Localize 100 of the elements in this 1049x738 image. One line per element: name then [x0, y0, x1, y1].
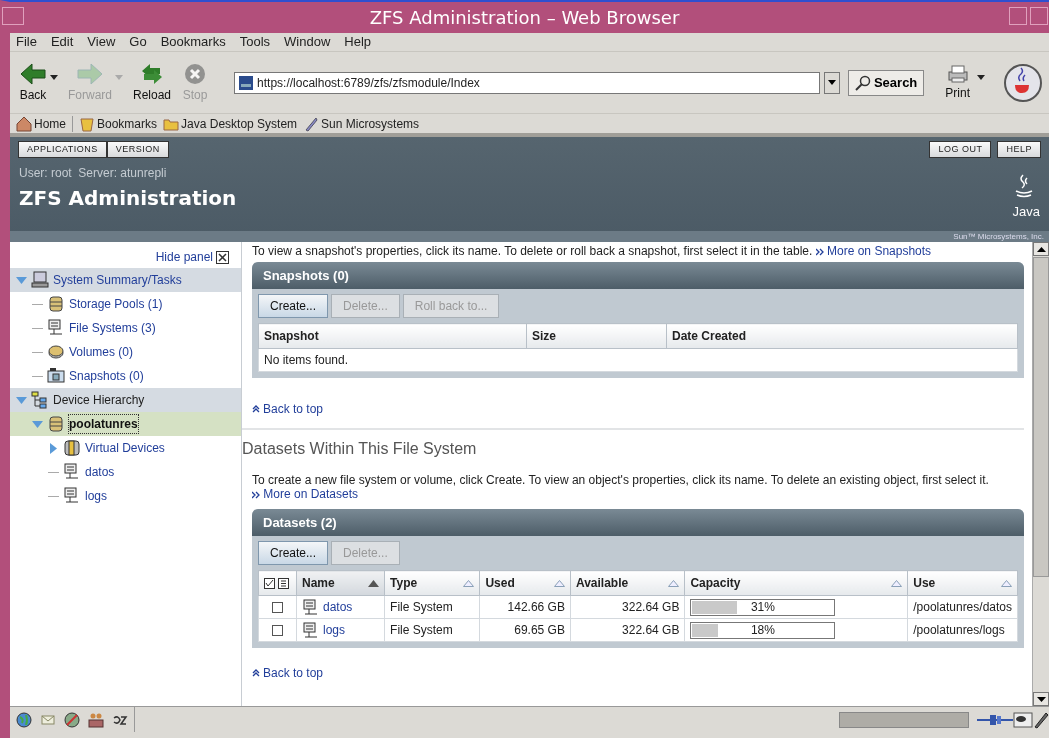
- tree-link[interactable]: Snapshots (0): [69, 367, 144, 385]
- menu-item[interactable]: File: [16, 32, 37, 52]
- back-to-top-link[interactable]: Back to top: [252, 400, 324, 418]
- server-icon: [47, 319, 65, 337]
- app-title: ZFS Administration: [19, 185, 237, 212]
- back-button[interactable]: Back: [16, 61, 61, 104]
- deselect-all-icon[interactable]: [278, 577, 289, 589]
- empty-message: No items found.: [258, 348, 1018, 372]
- tree-section-header[interactable]: Device Hierarchy: [10, 388, 241, 412]
- table-cell: /poolatunres/logs: [907, 618, 1018, 642]
- scroll-down-icon[interactable]: [1036, 696, 1046, 702]
- bookmark-link[interactable]: Home: [16, 114, 66, 133]
- capacity-text: 31%: [750, 599, 775, 616]
- tree-section-header[interactable]: System Summary/Tasks: [10, 268, 241, 292]
- tree-link[interactable]: datos: [85, 463, 115, 481]
- column-header[interactable]: Available: [570, 570, 685, 596]
- action-button[interactable]: Create...: [258, 541, 329, 565]
- bookmark-link[interactable]: Java Desktop System: [163, 114, 298, 133]
- help-link[interactable]: More on Snapshots: [815, 244, 932, 258]
- collapsed-triangle-icon[interactable]: [48, 442, 59, 454]
- people-icon[interactable]: [88, 711, 104, 728]
- print-button[interactable]: Print: [942, 63, 973, 102]
- column-header[interactable]: Name: [296, 570, 385, 596]
- search-button[interactable]: Search: [847, 69, 925, 96]
- table-title: Snapshots (0): [252, 262, 1024, 289]
- tree-section-label[interactable]: Device Hierarchy: [53, 391, 145, 409]
- column-header[interactable]: Date Created: [666, 323, 1018, 349]
- column-header[interactable]: Use: [907, 570, 1018, 596]
- double-chevron-icon: [815, 247, 824, 256]
- pen-icon: [1033, 710, 1049, 729]
- tree-link[interactable]: logs: [85, 487, 107, 505]
- search-icon: [854, 74, 871, 91]
- server-icon: [302, 622, 317, 638]
- menu-item[interactable]: View: [87, 32, 116, 52]
- bookmark-link[interactable]: Sun Microsystems: [303, 114, 420, 133]
- close-icon[interactable]: [216, 250, 229, 264]
- column-header[interactable]: Used: [479, 570, 571, 596]
- server-icon: [63, 487, 81, 505]
- hide-panel-link[interactable]: Hide panel: [155, 248, 213, 266]
- menu-item[interactable]: Window: [284, 32, 331, 52]
- menu-item[interactable]: Go: [129, 32, 147, 52]
- printer-icon: [945, 63, 970, 84]
- scroll-up-icon[interactable]: [1036, 246, 1046, 252]
- tree-item-label[interactable]: poolatunres: [69, 415, 138, 433]
- security-eye-icon: [1013, 710, 1033, 729]
- table-cell: 322.64 GB: [570, 595, 685, 619]
- back-to-top-link[interactable]: Back to top: [252, 664, 324, 682]
- dropdown-caret-icon: [115, 75, 123, 80]
- table-cell: /poolatunres/datos: [907, 595, 1018, 619]
- double-chevron-icon: [252, 490, 260, 499]
- brand-text: Java: [1012, 203, 1040, 221]
- camera-icon: [47, 367, 65, 385]
- column-header[interactable]: Capacity: [684, 570, 908, 596]
- address-dropdown-button[interactable]: [823, 71, 840, 94]
- dataset-link[interactable]: logs: [323, 621, 345, 639]
- column-header[interactable]: Snapshot: [258, 323, 527, 349]
- reload-button[interactable]: Reload: [130, 61, 175, 104]
- action-button[interactable]: Create...: [258, 294, 329, 318]
- checkbox-icon[interactable]: [272, 601, 283, 613]
- tree-section-label[interactable]: System Summary/Tasks: [53, 271, 182, 289]
- masthead-button[interactable]: HELP: [997, 141, 1041, 158]
- tree-link[interactable]: Virtual Devices: [85, 439, 165, 457]
- site-favicon-icon: [239, 75, 254, 90]
- menu-item[interactable]: Help: [344, 32, 372, 52]
- checkbox-icon[interactable]: [272, 624, 283, 636]
- masthead-button[interactable]: VERSION: [106, 141, 169, 158]
- steam-cup-logo-icon: [1013, 173, 1035, 199]
- dropdown-caret-icon[interactable]: [977, 75, 985, 80]
- server-icon: [63, 463, 81, 481]
- vertical-scrollbar[interactable]: [1032, 242, 1049, 706]
- dropdown-caret-icon: [50, 75, 58, 80]
- help-text: To create a new file system or volume, click Create. To view an object's properties, click its name. To delete an existing object, first select it. More on Datasets: [252, 473, 990, 501]
- masthead-button[interactable]: LOG OUT: [929, 141, 992, 158]
- tree-link[interactable]: Storage Pools (1): [69, 295, 163, 313]
- column-header[interactable]: Size: [526, 323, 667, 349]
- hierarchy-icon: [31, 391, 49, 409]
- menu-item[interactable]: Edit: [50, 32, 74, 52]
- cylinder-icon: [47, 295, 65, 313]
- table-title: Datasets (2): [252, 509, 1024, 536]
- vendor-text: Sun™ Microsystems, Inc.: [953, 232, 1044, 242]
- select-all-icon[interactable]: [264, 577, 275, 589]
- table-cell: File System: [384, 595, 480, 619]
- column-header[interactable]: Type: [384, 570, 480, 596]
- menu-item[interactable]: Bookmarks: [160, 32, 226, 52]
- address-field[interactable]: https://localhost:6789/zfs/zfsmodule/Index: [234, 71, 820, 94]
- menu-item[interactable]: Tools: [239, 32, 271, 52]
- tree-link[interactable]: Volumes (0): [69, 343, 134, 361]
- table-cell: 142.66 GB: [479, 595, 571, 619]
- user-info: User: root Server: atunrepli: [19, 165, 167, 182]
- tree-link[interactable]: File Systems (3): [69, 319, 156, 337]
- sort-ascending-icon[interactable]: [368, 579, 380, 587]
- bookmark-link[interactable]: Bookmarks: [79, 114, 158, 133]
- disk-icon: [47, 343, 65, 361]
- masthead-button[interactable]: APPLICATIONS: [18, 141, 107, 158]
- help-link[interactable]: More on Datasets: [252, 487, 359, 501]
- double-chevron-up-icon: [252, 669, 260, 677]
- globe-icon[interactable]: [16, 711, 32, 728]
- selected-tree-item[interactable]: poolatunres: [10, 412, 241, 436]
- help-text: To view a snapshot's properties, click its name. To delete or roll back a snapshot, first select it in the table. More on Snapshots: [252, 244, 933, 258]
- section-heading: Datasets Within This File System: [242, 439, 478, 459]
